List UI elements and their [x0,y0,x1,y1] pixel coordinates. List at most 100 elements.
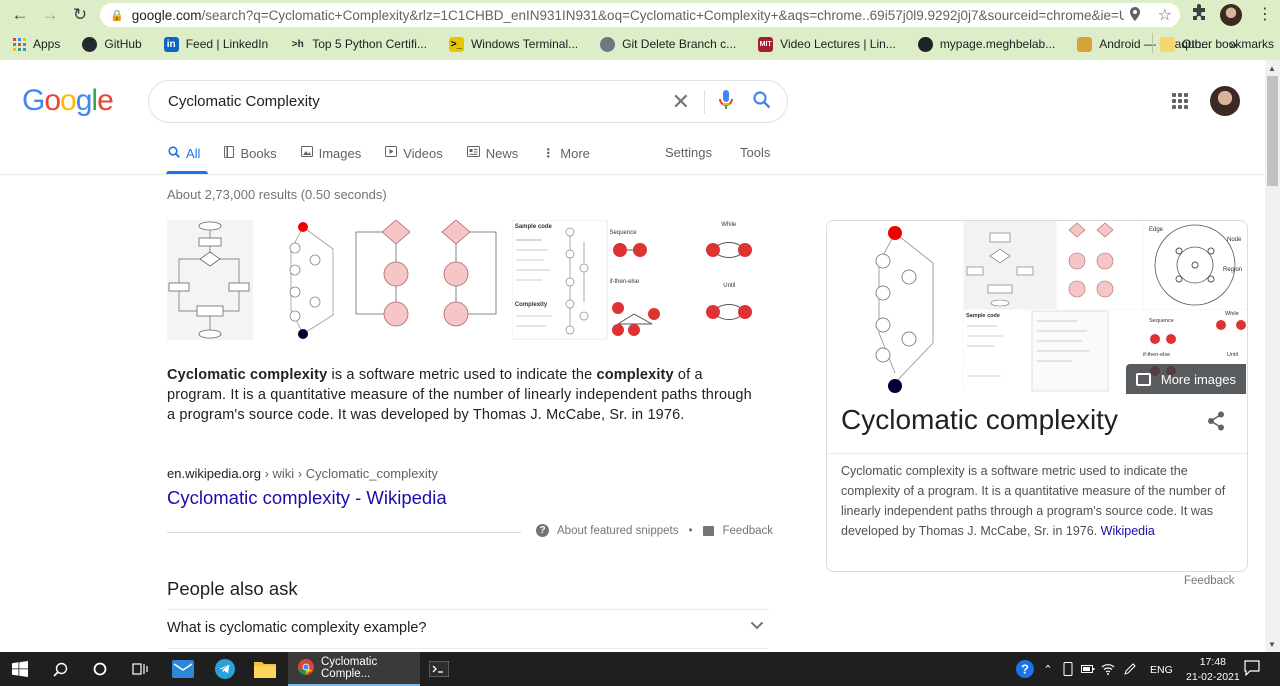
about-featured-snippets-link[interactable]: About featured snippets [557,525,678,537]
bookmark-linkedin[interactable]: in Feed | LinkedIn [163,36,269,52]
scroll-up-icon[interactable]: ▲ [1268,64,1276,73]
tab-more[interactable]: ⋮ More [542,145,590,161]
tab-videos[interactable]: Videos [385,145,443,161]
task-view-icon[interactable] [128,652,152,686]
reload-icon[interactable]: ↻ [70,5,90,25]
forward-arrow-icon[interactable]: → [40,5,60,25]
logo-letter: g [75,84,93,117]
browser-menu-icon[interactable]: ⋮ [1254,4,1276,26]
knowledge-panel: Edge Node Region Sample code Sequence if… [826,220,1248,572]
telegram-icon[interactable] [212,652,238,686]
search-icon[interactable] [753,90,771,113]
tools-link[interactable]: Tools [740,145,770,160]
file-explorer-icon[interactable] [252,652,278,686]
wifi-icon[interactable] [1100,652,1116,686]
control-flow-graph-thumbnail[interactable] [254,220,351,340]
device-icon[interactable] [1060,652,1076,686]
account-avatar[interactable] [1210,86,1240,116]
clock[interactable]: 17:48 21-02-2021 [1186,655,1240,685]
microphone-icon[interactable] [719,89,733,114]
location-pin-icon[interactable] [1129,6,1140,24]
loop-diagram-thumbnail[interactable]: While Until [695,220,769,340]
snippet-footer: ? About featured snippets • Feedback [536,524,773,537]
taskbar-chrome-window[interactable]: Cyclomatic Comple... [288,652,420,686]
scrollbar-thumb[interactable] [1267,76,1278,186]
logo-letter: e [97,84,114,117]
windows-start-icon[interactable] [8,652,32,686]
search-box[interactable]: Cyclomatic Complexity ✕ [148,80,788,123]
bookmark-github[interactable]: GitHub [82,36,142,52]
tab-books[interactable]: Books [224,145,277,161]
flowchart-thumbnail[interactable] [167,220,253,340]
kp-description-text: Cyclomatic complexity is a software metr… [841,464,1226,538]
settings-link[interactable]: Settings [665,145,712,160]
other-bookmarks[interactable]: Other bookmarks [1160,36,1274,52]
search-input[interactable]: Cyclomatic Complexity [168,93,320,110]
decision-diagram-thumbnail[interactable] [352,220,510,340]
kp-image-label: Sample code [966,313,1000,319]
cite-host: en.wikipedia.org [167,466,261,481]
bookmark-mypage[interactable]: mypage.meghbelab... [917,36,1055,52]
bookmark-label: Feed | LinkedIn [185,37,269,51]
terminal-icon[interactable] [428,652,450,686]
github-icon [600,36,616,52]
github-icon [82,36,98,52]
google-apps-icon[interactable] [1172,93,1188,109]
feedback-link[interactable]: Feedback [723,525,774,537]
cite-breadcrumb: › wiki › Cyclomatic_complexity [260,466,438,481]
results-count: About 2,73,000 results (0.50 seconds) [167,187,387,202]
sequence-diagram-thumbnail[interactable]: Sequence if-then-else [609,220,694,340]
windows-taskbar: Cyclomatic Comple... ? ⌃ [0,652,1280,686]
featured-snippet-images[interactable]: Sample code Complexity Sequence if-then-… [167,220,769,340]
mail-icon[interactable] [170,652,196,686]
back-arrow-icon[interactable]: ← [10,5,30,25]
more-images-button[interactable]: More images [1125,364,1246,394]
battery-icon[interactable] [1080,652,1096,686]
folder-icon [1160,36,1175,52]
scroll-down-icon[interactable]: ▼ [1268,640,1276,649]
bookmark-python-cert[interactable]: >h Top 5 Python Certifi... [290,37,427,52]
bookmark-mit-lectures[interactable]: MIT Video Lectures | Lin... [758,36,896,52]
result-title-link[interactable]: Cyclomatic complexity - Wikipedia [167,487,447,509]
book-icon [224,145,235,161]
cortana-icon[interactable] [88,652,112,686]
bookmarks-bar: Apps GitHub in Feed | LinkedIn >h Top 5 Py… [0,32,1280,56]
extensions-puzzle-icon[interactable] [1190,4,1212,26]
sample-code-thumbnail[interactable]: Sample code Complexity [511,220,608,340]
chevron-down-icon[interactable] [750,617,764,635]
address-bar[interactable]: 🔒 google.com/search?q=Cyclomatic+Complex… [100,3,1180,27]
thumbnail-label: if-then-else [609,279,640,285]
bookmark-star-icon[interactable]: ☆ [1158,5,1172,25]
help-icon[interactable]: ? [1014,652,1036,686]
notifications-icon[interactable] [1244,660,1262,677]
wikipedia-source-link[interactable]: Wikipedia [1101,524,1155,538]
thumbnail-label: While [721,222,737,228]
kp-feedback-link[interactable]: Feedback [1184,575,1235,587]
clear-icon[interactable]: ✕ [672,90,690,113]
tab-label: Videos [403,145,443,161]
bookmark-apps[interactable]: Apps [13,37,60,51]
more-images-label: More images [1160,371,1236,387]
profile-avatar[interactable] [1220,4,1242,26]
bookmark-label: Apps [33,37,61,51]
url-path: /search?q=Cyclomatic+Complexity&rlz=1C1C… [201,7,1147,23]
tab-images[interactable]: Images [300,145,361,161]
tab-all[interactable]: All [168,145,200,161]
paa-question[interactable]: What is cyclomatic complexity example? [167,620,426,636]
globe-icon [917,36,933,52]
tab-news[interactable]: News [466,145,518,161]
share-icon[interactable] [1207,411,1225,436]
pen-icon[interactable] [1122,652,1138,686]
bookmark-windows-terminal[interactable]: >_ Windows Terminal... [448,36,578,52]
search-icon[interactable] [48,652,72,686]
help-icon: ? [536,524,549,537]
language-indicator[interactable]: ENG [1150,664,1173,676]
bookmark-label: GitHub [104,37,142,51]
paa-divider [167,648,769,649]
highlight-term: Cyclomatic complexity [167,367,328,383]
kp-image-label: Node [1227,237,1242,243]
google-logo[interactable]: Google [22,84,114,118]
chevron-up-icon[interactable]: ⌃ [1040,652,1056,686]
tab-label: All [186,145,201,161]
bookmark-git-delete[interactable]: Git Delete Branch c... [600,36,736,52]
